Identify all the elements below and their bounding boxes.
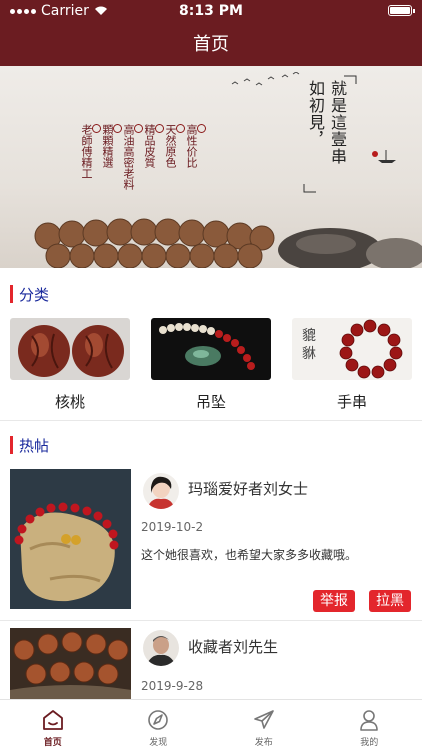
post-author[interactable]: 玛瑙爱好者刘女士 [188, 478, 308, 499]
discover-icon [148, 710, 169, 730]
heading-accent-bar [10, 285, 13, 303]
birds-decoration [231, 72, 300, 86]
app-header: Carrier 8:13 PM 首页 [0, 0, 422, 66]
category-label: 吊坠 [195, 393, 226, 411]
tab-home[interactable]: 首页 [0, 700, 106, 750]
avatar[interactable] [143, 630, 179, 666]
tab-discover[interactable]: 发现 [106, 700, 212, 750]
feature-item: 老師傅精工 [80, 124, 101, 179]
category-section-heading: 分类 [10, 284, 49, 304]
section-divider [0, 420, 422, 421]
battery-icon [388, 5, 415, 16]
heading-accent-bar [10, 436, 13, 454]
bracket-decoration [303, 75, 357, 193]
home-icon [42, 710, 63, 730]
page-title: 首页 [193, 34, 229, 55]
publish-icon [253, 710, 274, 729]
svg-text:貔: 貔 [302, 327, 316, 344]
pendant-image [151, 318, 271, 380]
walnut-image [10, 318, 130, 380]
category-walnut[interactable]: 核桃 [10, 318, 130, 412]
block-button[interactable]: 拉黑 [369, 590, 411, 612]
tab-publish[interactable]: 发布 [211, 700, 317, 750]
feature-item: 高性价比 [185, 124, 206, 168]
tab-label: 首页 [43, 738, 62, 748]
feature-item: 天然原色 [164, 124, 185, 168]
boat-decoration [372, 150, 396, 163]
category-pendant[interactable]: 吊坠 [151, 318, 271, 412]
category-bracelet[interactable]: 貔 貅 手串 [292, 318, 412, 412]
promo-banner[interactable]: 老師傅精工 顆顆精選 高油高密老料 精品皮質 天然原色 高性价比 就是這壹串 如… [0, 66, 422, 268]
hot-posts-section-heading: 热帖 [10, 435, 49, 455]
post-author[interactable]: 收藏者刘先生 [188, 636, 278, 657]
tab-label: 发现 [149, 738, 168, 748]
svg-text:貅: 貅 [302, 346, 316, 362]
report-button[interactable]: 举报 [313, 590, 355, 612]
bracelet-image: 貔 貅 [292, 318, 412, 380]
category-heading-label: 分类 [19, 285, 50, 304]
avatar[interactable] [143, 473, 179, 509]
status-bar: Carrier 8:13 PM [0, 0, 422, 22]
post-image[interactable] [10, 628, 131, 699]
post-date: 2019-9-28 [141, 679, 204, 693]
bottom-tab-bar: 首页 发现 发布 我的 [0, 699, 422, 750]
post-divider [0, 620, 422, 621]
feature-item: 顆顆精選 [101, 124, 122, 168]
feature-item: 精品皮質 [143, 124, 164, 168]
bead-strand-image [34, 218, 275, 268]
post-date: 2019-10-2 [141, 520, 204, 534]
hot-posts-heading-label: 热帖 [19, 436, 50, 455]
profile-icon [360, 710, 379, 731]
tab-profile[interactable]: 我的 [317, 700, 422, 750]
tab-label: 我的 [360, 738, 379, 748]
category-label: 核桃 [54, 393, 85, 411]
post-text[interactable]: 这个她很喜欢，也希望大家多多收藏哦。 [141, 546, 357, 563]
status-time: 8:13 PM [179, 3, 243, 19]
stone-image [278, 228, 422, 268]
tab-label: 发布 [254, 738, 273, 748]
post-image[interactable] [10, 469, 131, 609]
feature-item: 高油高密老料 [122, 124, 143, 190]
category-label: 手串 [336, 393, 367, 411]
